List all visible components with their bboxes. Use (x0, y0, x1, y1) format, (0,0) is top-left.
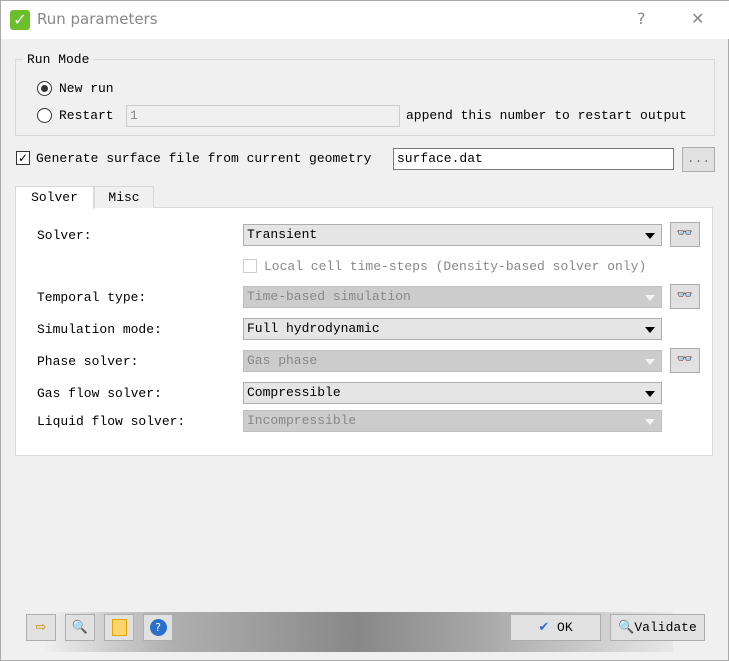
restart-radio[interactable] (37, 108, 52, 123)
gas-flow-solver-label: Gas flow solver: (37, 386, 162, 401)
phase-solver-label: Phase solver: (37, 354, 139, 369)
help-icon-button[interactable]: ? (143, 614, 173, 641)
export-file-icon: ⇨ (35, 620, 47, 635)
notes-button[interactable] (104, 614, 134, 641)
window-title: Run parameters (37, 10, 158, 28)
restart-hint: append this number to restart output (406, 108, 687, 123)
chevron-down-icon (645, 419, 655, 425)
document-search-icon: 🔍 (71, 620, 89, 635)
phase-glasses-button[interactable]: 👓 (670, 348, 700, 373)
temporal-type-value: Time-based simulation (247, 289, 411, 304)
gas-flow-solver-value: Compressible (247, 385, 341, 400)
validate-magnifier-icon: 🔍 (618, 620, 635, 635)
validate-label: Validate (634, 620, 697, 635)
preview-button[interactable]: 🔍 (65, 614, 95, 641)
simulation-mode-value: Full hydrodynamic (247, 321, 380, 336)
ok-label: OK (557, 620, 573, 635)
chevron-down-icon (645, 295, 655, 301)
restart-label: Restart (59, 108, 114, 123)
surface-file-input[interactable]: surface.dat (393, 148, 674, 170)
liquid-flow-solver-label: Liquid flow solver: (37, 414, 186, 429)
simulation-mode-label: Simulation mode: (37, 322, 162, 337)
solver-label: Solver: (37, 228, 92, 243)
ok-check-icon: ✔ (538, 620, 550, 635)
tab-solver[interactable]: Solver (15, 186, 94, 209)
chevron-down-icon (645, 359, 655, 365)
ok-button[interactable]: ✔ OK (510, 614, 601, 641)
chevron-down-icon (645, 391, 655, 397)
validate-button[interactable]: 🔍Validate (610, 614, 705, 641)
phase-solver-select[interactable]: Gas phase (243, 350, 662, 372)
app-check-icon: ✓ (10, 10, 30, 30)
run-mode-label: Run Mode (23, 52, 94, 67)
chevron-down-icon (645, 233, 655, 239)
simulation-mode-select[interactable]: Full hydrodynamic (243, 318, 662, 340)
export-button[interactable]: ⇨ (26, 614, 56, 641)
generate-surface-checkbox[interactable]: ✓ (16, 151, 30, 165)
restart-number-input[interactable]: 1 (126, 105, 400, 127)
help-icon: ? (149, 619, 167, 636)
phase-solver-value: Gas phase (247, 353, 318, 368)
liquid-flow-solver-value: Incompressible (247, 413, 357, 428)
generate-surface-label: Generate surface file from current geome… (36, 151, 372, 166)
solver-select[interactable]: Transient (243, 224, 662, 246)
liquid-flow-solver-select[interactable]: Incompressible (243, 410, 662, 432)
local-cell-checkbox[interactable] (243, 259, 257, 273)
note-icon (111, 619, 127, 636)
chevron-down-icon (645, 327, 655, 333)
new-run-label: New run (59, 81, 114, 96)
close-button[interactable]: ✕ (691, 9, 704, 28)
temporal-glasses-button[interactable]: 👓 (670, 284, 700, 309)
local-cell-label: Local cell time-steps (Density-based sol… (264, 259, 647, 274)
tab-misc[interactable]: Misc (94, 186, 154, 208)
browse-button[interactable]: ... (682, 147, 715, 172)
solver-value: Transient (247, 227, 318, 242)
temporal-type-select[interactable]: Time-based simulation (243, 286, 662, 308)
gas-flow-solver-select[interactable]: Compressible (243, 382, 662, 404)
temporal-type-label: Temporal type: (37, 290, 147, 305)
new-run-radio[interactable] (37, 81, 52, 96)
solver-glasses-button[interactable]: 👓 (670, 222, 700, 247)
help-button[interactable]: ? (637, 9, 646, 28)
